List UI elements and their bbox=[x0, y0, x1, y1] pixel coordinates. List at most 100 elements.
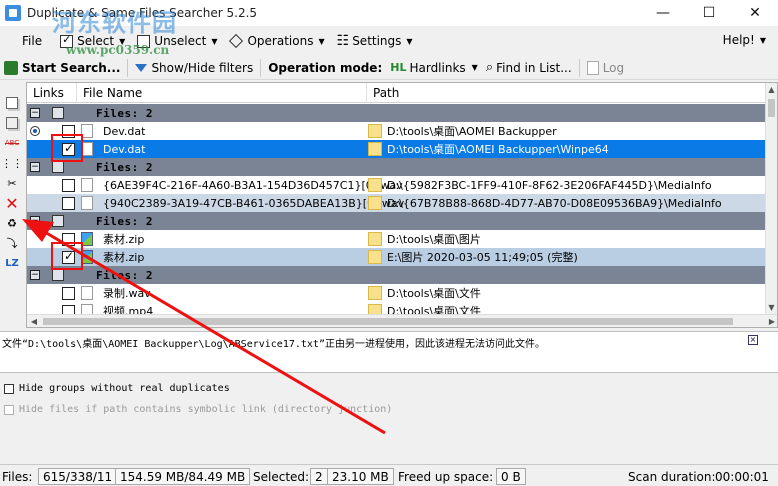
file-row[interactable]: {940C2389-3A19-47CB-B461-0365DABEA13B}[0… bbox=[27, 194, 767, 212]
chevron-down-icon: ▼ bbox=[471, 63, 478, 72]
close-button[interactable]: ✕ bbox=[732, 0, 778, 26]
collapse-icon[interactable]: − bbox=[30, 216, 40, 226]
operation-mode-value: Hardlinks bbox=[409, 60, 466, 75]
file-row[interactable]: Dev.dat D:\tools\桌面\AOMEI Backupper\Winpe… bbox=[27, 140, 767, 158]
highlight-box bbox=[51, 242, 83, 270]
file-row[interactable]: Dev.dat D:\tools\桌面\AOMEI Backupper bbox=[27, 122, 767, 140]
column-links[interactable]: Links bbox=[27, 83, 77, 103]
chevron-down-icon: ▼ bbox=[211, 36, 218, 46]
error-message: 文件“D:\tools\桌面\AOMEI Backupper\Log\ABSer… bbox=[2, 339, 545, 350]
scroll-thumb-horizontal[interactable] bbox=[43, 318, 733, 325]
maximize-button[interactable]: ☐ bbox=[686, 0, 732, 26]
chevron-down-icon: ▼ bbox=[406, 36, 413, 46]
search-start-icon bbox=[4, 60, 18, 75]
group-row[interactable]: − Files: 2 bbox=[27, 158, 767, 176]
scroll-down-icon[interactable]: ▼ bbox=[766, 301, 777, 315]
title-bar: Duplicate & Same Files Searcher 5.2.5 — … bbox=[0, 0, 778, 26]
hide-symlinks-checkbox bbox=[4, 404, 14, 415]
checkbox-empty-icon bbox=[137, 34, 151, 48]
menu-unselect-label: Unselect bbox=[154, 34, 207, 48]
selected-size: 23.10 MB bbox=[327, 468, 394, 485]
scroll-right-icon[interactable]: ▶ bbox=[765, 315, 777, 327]
file-path: D:\{67B78B88-868D-4D77-AB70-D08E09536BA9… bbox=[387, 196, 722, 210]
cut-icon[interactable]: ✂ bbox=[3, 174, 21, 192]
toolbar-separator bbox=[578, 58, 580, 77]
link-radio[interactable] bbox=[30, 126, 40, 136]
log-label: Log bbox=[602, 60, 625, 75]
group-row[interactable]: − Files: 2 bbox=[27, 266, 767, 284]
group-checkbox[interactable] bbox=[52, 161, 64, 173]
minimize-button[interactable]: — bbox=[640, 0, 686, 26]
app-icon bbox=[5, 5, 21, 21]
scroll-left-icon[interactable]: ◀ bbox=[27, 315, 41, 327]
horizontal-scrollbar[interactable]: ◀ ▶ bbox=[27, 314, 777, 327]
folder-icon bbox=[368, 250, 382, 264]
menu-operations-label: Operations bbox=[247, 34, 314, 48]
files-count: 615/338/11 bbox=[38, 468, 118, 485]
trash-icon[interactable]: ♻ bbox=[3, 214, 21, 232]
grid-rows: − Files: 2 Dev.dat D:\tools\桌面\AOMEI Backup… bbox=[27, 104, 767, 320]
log-button[interactable]: Log bbox=[583, 57, 628, 79]
hide-groups-checkbox[interactable] bbox=[4, 383, 14, 394]
chevron-down-icon: ▼ bbox=[318, 36, 325, 46]
file-row[interactable]: 录制.wav D:\tools\桌面\文件 bbox=[27, 284, 767, 302]
menu-operations[interactable]: Operations ▼ bbox=[223, 30, 330, 52]
file-checkbox[interactable] bbox=[62, 286, 75, 300]
rename-icon[interactable]: ABC bbox=[3, 134, 21, 152]
recycle-icon[interactable]: ⋮⋮ bbox=[1, 154, 23, 172]
collapse-icon[interactable]: − bbox=[30, 162, 40, 172]
delete-icon[interactable]: ✕ bbox=[3, 194, 21, 213]
hide-groups-option[interactable]: Hide groups without real duplicates bbox=[4, 383, 230, 394]
find-in-list-button[interactable]: ⌕ Find in List... bbox=[482, 57, 576, 79]
freed-label: Freed up space: bbox=[398, 469, 494, 484]
group-checkbox[interactable] bbox=[52, 215, 64, 227]
checkbox-icon bbox=[60, 33, 74, 48]
collapse-icon[interactable]: − bbox=[30, 270, 40, 280]
collapse-icon[interactable]: − bbox=[30, 108, 40, 118]
freed-value: 0 B bbox=[496, 468, 526, 485]
group-checkbox[interactable] bbox=[52, 107, 64, 119]
file-row[interactable]: {6AE39F4C-216F-4A60-B3A1-154D36D457C1}[0… bbox=[27, 176, 767, 194]
menu-settings-label: Settings bbox=[352, 34, 402, 48]
column-file-name[interactable]: File Name bbox=[77, 83, 367, 103]
vertical-scrollbar[interactable]: ▲ ▼ bbox=[765, 83, 777, 315]
column-path[interactable]: Path bbox=[367, 83, 767, 103]
operations-icon bbox=[229, 33, 244, 49]
menu-bar: File Select ▼ Unselect ▼ Operations ▼ ☷ … bbox=[0, 29, 778, 53]
scroll-up-icon[interactable]: ▲ bbox=[766, 83, 777, 97]
group-label: Files: 2 bbox=[96, 106, 153, 120]
binoculars-icon: ⌕ bbox=[485, 60, 494, 75]
file-checkbox[interactable] bbox=[62, 178, 75, 192]
group-row[interactable]: − Files: 2 bbox=[27, 212, 767, 230]
file-name: Dev.dat bbox=[103, 142, 146, 156]
close-message-icon[interactable]: × bbox=[748, 335, 758, 345]
file-path: D:\tools\桌面\图片 bbox=[387, 233, 481, 246]
file-row[interactable]: 素材.zip E:\图片 2020-03-05 11;49;05 (完整) bbox=[27, 248, 767, 266]
menu-unselect[interactable]: Unselect ▼ bbox=[131, 30, 223, 52]
menu-help[interactable]: Help! ▼ bbox=[717, 29, 772, 51]
start-search-button[interactable]: Start Search... bbox=[0, 57, 124, 79]
file-checkbox[interactable] bbox=[62, 196, 75, 210]
compress-icon[interactable]: LZ bbox=[3, 254, 21, 272]
file-name: 素材.zip bbox=[103, 251, 145, 264]
file-name: 录制.wav bbox=[103, 287, 151, 300]
file-row[interactable]: 素材.zip D:\tools\桌面\图片 bbox=[27, 230, 767, 248]
show-hide-filters-button[interactable]: Show/Hide filters bbox=[131, 57, 257, 79]
move-files-icon[interactable] bbox=[3, 114, 21, 132]
menu-settings[interactable]: ☷ Settings ▼ bbox=[331, 30, 419, 52]
group-row[interactable]: − Files: 2 bbox=[27, 104, 767, 122]
menu-select-label: Select bbox=[77, 34, 115, 48]
menu-select[interactable]: Select ▼ bbox=[54, 30, 131, 52]
group-label: Files: 2 bbox=[96, 160, 153, 174]
folder-icon bbox=[368, 124, 382, 138]
toolbar-separator bbox=[127, 58, 129, 77]
operation-mode-dropdown[interactable]: HL Hardlinks ▼ bbox=[386, 57, 482, 79]
replace-with-link-icon[interactable]: ⤵ bbox=[3, 234, 21, 252]
filter-icon bbox=[135, 63, 148, 72]
menu-file[interactable]: File bbox=[0, 30, 48, 52]
scroll-thumb[interactable] bbox=[768, 99, 775, 117]
hide-symlinks-option: Hide files if path contains symbolic lin… bbox=[4, 404, 392, 415]
copy-icon-shape bbox=[6, 97, 18, 109]
group-checkbox[interactable] bbox=[52, 269, 64, 281]
copy-files-icon[interactable] bbox=[3, 94, 21, 112]
